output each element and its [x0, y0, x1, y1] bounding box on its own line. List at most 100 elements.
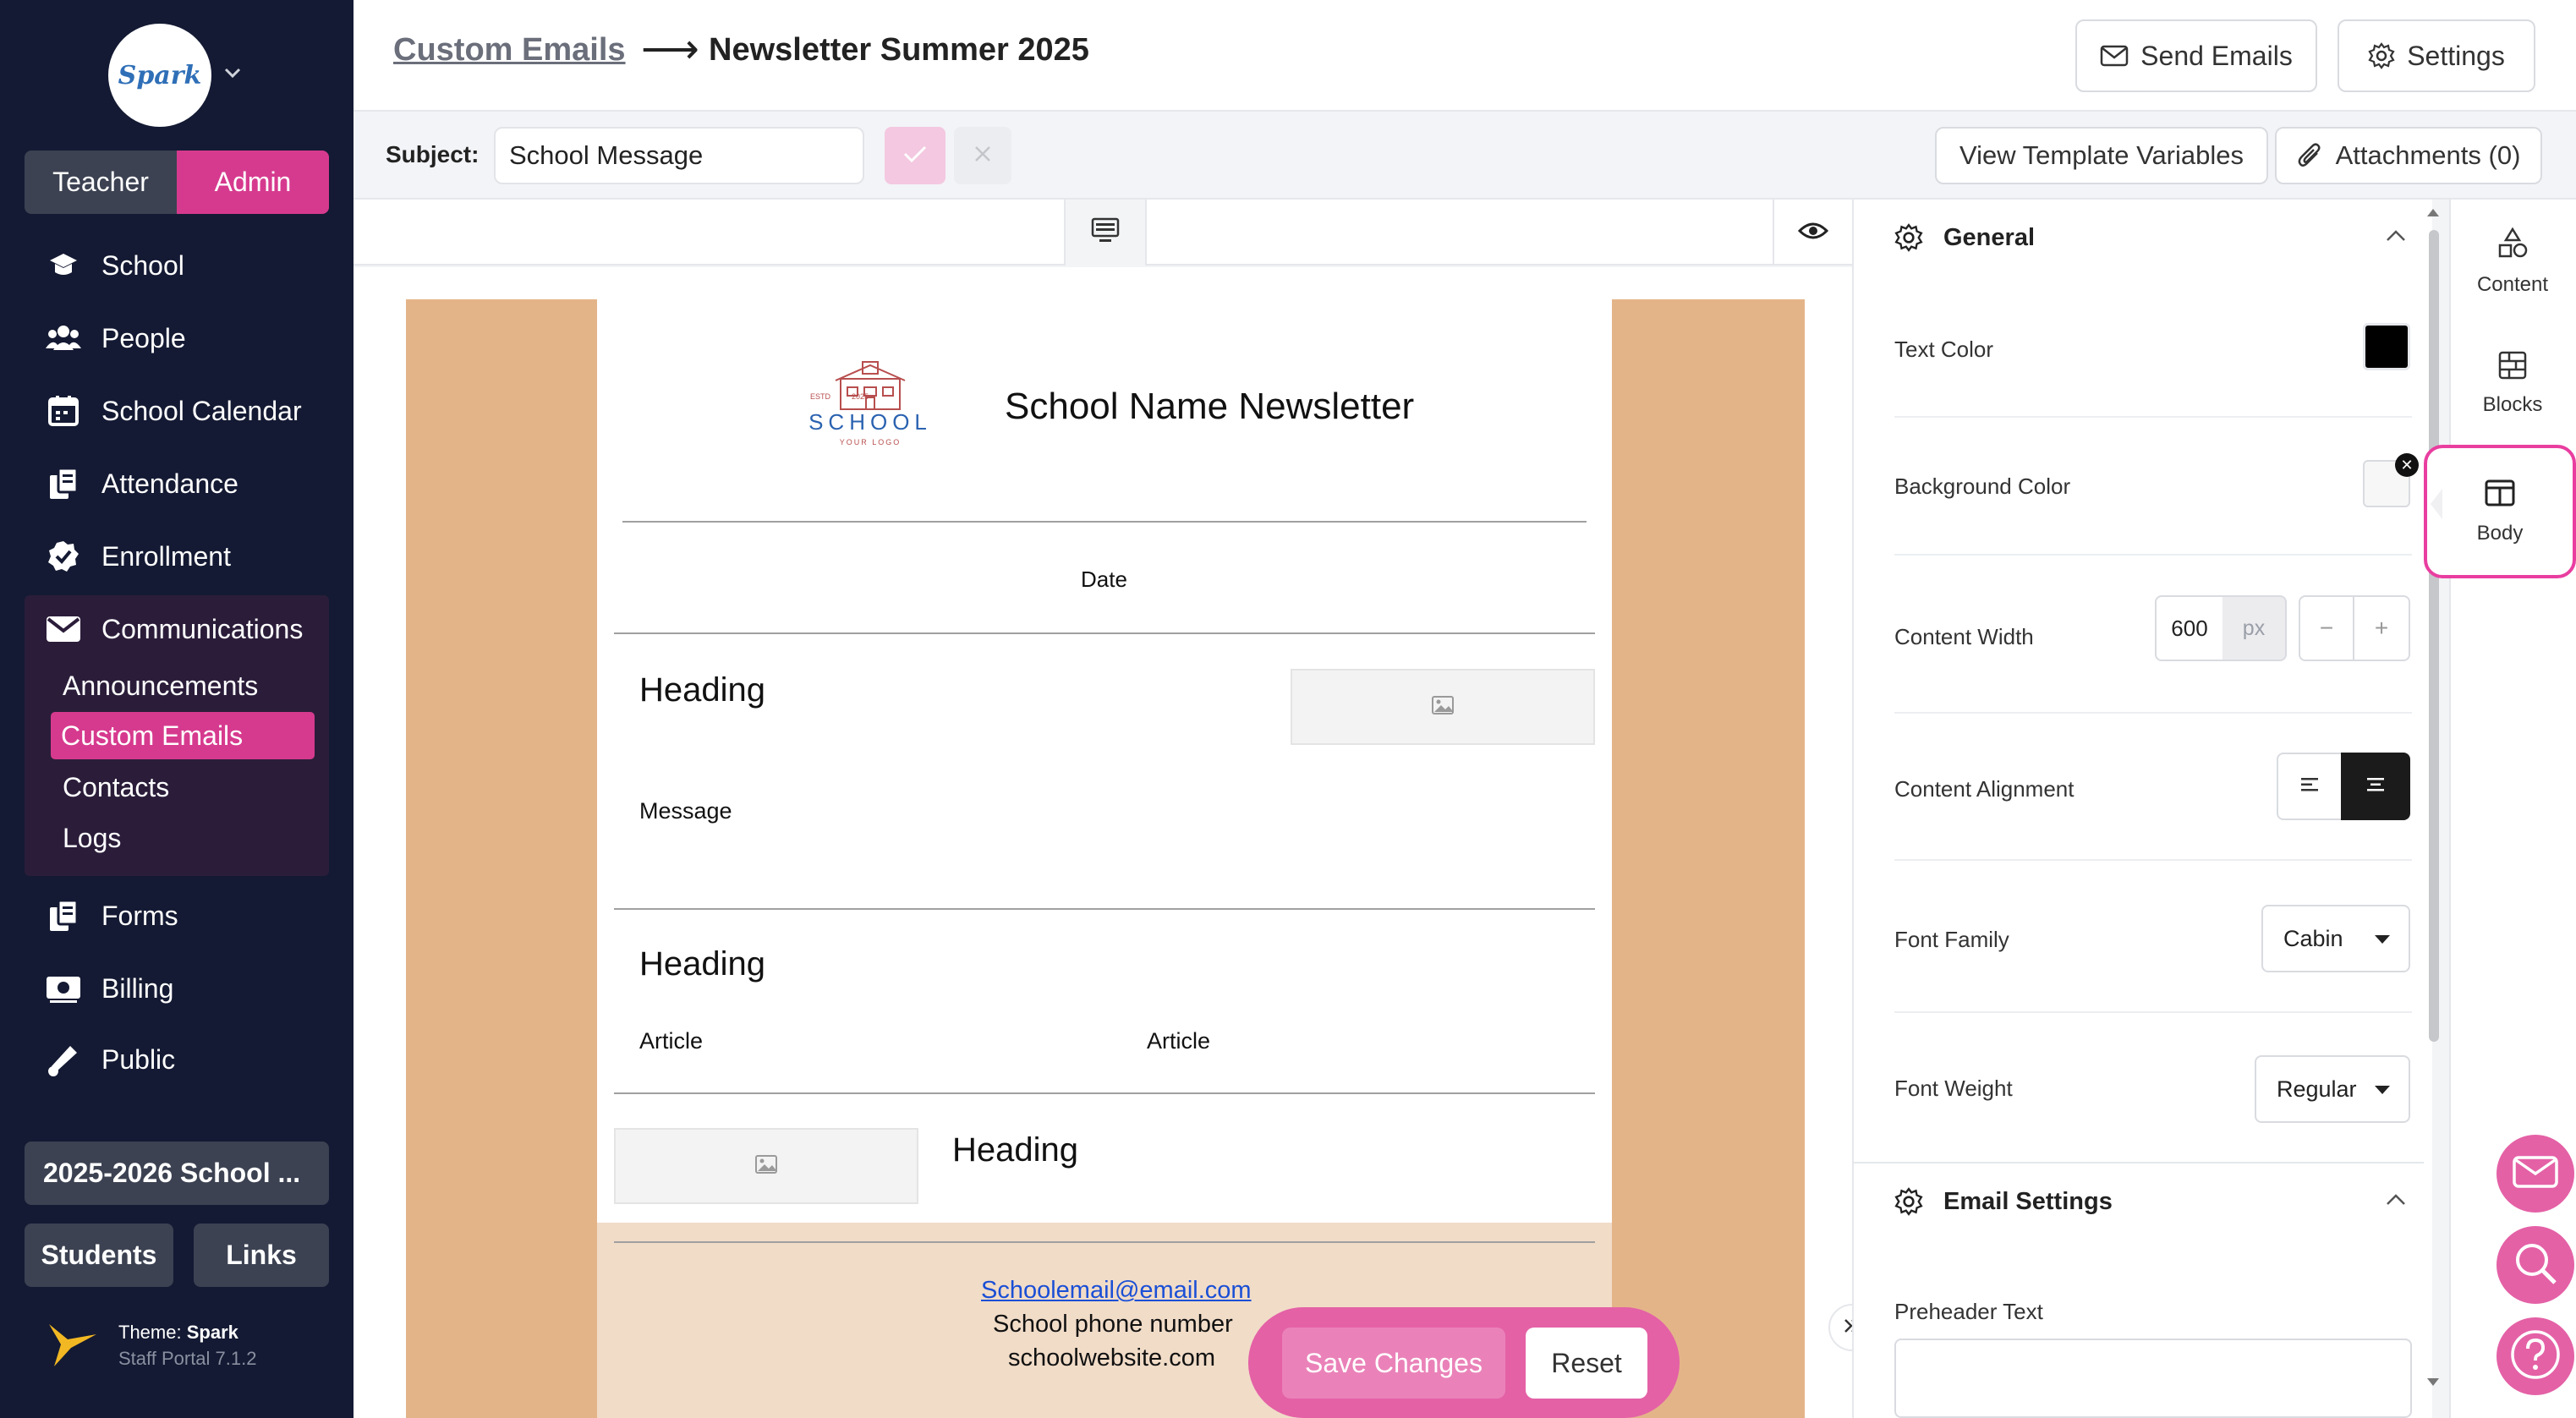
message-text[interactable]: Message	[639, 798, 732, 824]
nav-item-people[interactable]: People	[44, 313, 186, 364]
school-logo[interactable]: ESTD 2025 SCHOOL YOUR LOGO	[805, 355, 935, 455]
layout-icon	[2484, 479, 2516, 513]
heading-3[interactable]: Heading	[952, 1131, 1078, 1169]
nav-label: School Calendar	[101, 395, 302, 426]
theme-info: Theme: Spark Staff Portal 7.1.2	[118, 1319, 256, 1371]
divider	[622, 521, 1587, 523]
search-icon	[2513, 1240, 2558, 1290]
heading-1[interactable]: Heading	[639, 671, 765, 709]
article-2[interactable]: Article	[1147, 1028, 1210, 1054]
attendance-icon	[44, 464, 83, 503]
heading-2[interactable]: Heading	[639, 945, 765, 983]
settings-button[interactable]: Settings	[2338, 19, 2535, 92]
nav-item-billing[interactable]: Billing	[44, 963, 173, 1014]
image-placeholder[interactable]	[1291, 669, 1595, 745]
reset-button[interactable]: Reset	[1526, 1328, 1647, 1399]
footer-email-link[interactable]: Schoolemail@email.com	[981, 1277, 1252, 1305]
spark-logo[interactable]: Spark	[108, 24, 211, 127]
nav-item-school[interactable]: School	[44, 240, 184, 291]
nav-label: Enrollment	[101, 540, 231, 572]
chevron-down-icon[interactable]	[223, 66, 242, 84]
breadcrumb-arrow-icon: ⟶	[641, 27, 699, 72]
email-settings-section-header[interactable]: Email Settings	[1894, 1187, 2113, 1216]
role-admin-button[interactable]: Admin	[177, 151, 329, 214]
divider	[1894, 416, 2412, 418]
search-float-button[interactable]	[2497, 1226, 2574, 1304]
theme-label: Theme:	[118, 1322, 182, 1343]
newsletter-date[interactable]: Date	[1081, 567, 1127, 593]
links-button[interactable]: Links	[194, 1224, 329, 1287]
divider	[614, 1092, 1595, 1094]
gear-icon	[1894, 1187, 1923, 1216]
caret-down-icon	[2375, 1086, 2390, 1094]
content-width-input[interactable]: 600	[2155, 595, 2224, 661]
general-section-header[interactable]: General	[1894, 223, 2035, 252]
content-width-label: Content Width	[1894, 624, 2034, 649]
preheader-input[interactable]	[1894, 1339, 2412, 1418]
help-float-button[interactable]	[2497, 1317, 2574, 1395]
email-settings-title: Email Settings	[1943, 1187, 2113, 1215]
nav-item-forms[interactable]: Forms	[44, 890, 178, 941]
attachments-label: Attachments (0)	[2335, 140, 2521, 170]
footer-phone: School phone number	[993, 1311, 1233, 1338]
nav-item-school-calendar[interactable]: School Calendar	[44, 386, 302, 436]
chevron-up-icon[interactable]	[2385, 1192, 2407, 1212]
newsletter-title[interactable]: School Name Newsletter	[1005, 386, 1414, 428]
subject-cancel-button[interactable]	[954, 127, 1011, 184]
image-placeholder[interactable]	[614, 1128, 918, 1204]
send-emails-label: Send Emails	[2140, 40, 2293, 71]
font-weight-select[interactable]: Regular	[2255, 1055, 2410, 1123]
align-left-icon	[2299, 776, 2320, 797]
preview-eye-button[interactable]	[1773, 200, 1852, 266]
send-emails-button[interactable]: Send Emails	[2075, 19, 2317, 92]
breadcrumb-custom-emails[interactable]: Custom Emails	[393, 32, 626, 68]
desktop-preview-button[interactable]	[1064, 200, 1147, 266]
sub-item-announcements[interactable]: Announcements	[52, 662, 315, 709]
students-button[interactable]: Students	[25, 1224, 173, 1287]
forms-icon	[44, 896, 83, 935]
rail-blocks-label: Blocks	[2482, 392, 2543, 416]
decrement-button[interactable]: −	[2299, 595, 2354, 661]
rail-body-tab[interactable]: Body	[2424, 445, 2576, 578]
blocks-icon	[2497, 350, 2528, 386]
scroll-up-arrow-icon[interactable]	[2425, 206, 2441, 222]
nav-item-communications[interactable]: Communications	[44, 604, 303, 654]
nav-item-public[interactable]: Public	[44, 1034, 175, 1085]
align-left-button[interactable]	[2277, 753, 2343, 820]
general-title: General	[1943, 223, 2035, 251]
save-changes-button[interactable]: Save Changes	[1282, 1328, 1505, 1399]
subject-confirm-button[interactable]	[885, 127, 945, 184]
divider	[1894, 712, 2412, 714]
rail-blocks-tab[interactable]: Blocks	[2453, 328, 2573, 438]
section-divider	[1852, 1162, 2424, 1163]
close-icon	[973, 145, 992, 167]
chevron-up-icon[interactable]	[2385, 228, 2407, 248]
sub-item-logs[interactable]: Logs	[52, 814, 315, 862]
nav-item-attendance[interactable]: Attendance	[44, 458, 238, 509]
sub-item-contacts[interactable]: Contacts	[52, 764, 315, 811]
school-icon	[44, 246, 83, 285]
rail-content-tab[interactable]: Content	[2453, 206, 2573, 316]
rail-body-label: Body	[2476, 521, 2524, 545]
portal-version: Staff Portal 7.1.2	[118, 1348, 257, 1369]
scroll-down-arrow-icon[interactable]	[2425, 1377, 2441, 1393]
sub-item-custom-emails[interactable]: Custom Emails	[51, 712, 315, 759]
nav-item-enrollment[interactable]: Enrollment	[44, 531, 231, 582]
view-template-variables-button[interactable]: View Template Variables	[1935, 127, 2268, 184]
text-color-swatch[interactable]	[2363, 323, 2410, 370]
increment-button[interactable]: +	[2354, 595, 2410, 661]
role-teacher-button[interactable]: Teacher	[25, 151, 177, 214]
scrollbar-thumb[interactable]	[2429, 230, 2439, 1042]
font-family-select[interactable]: Cabin	[2261, 905, 2410, 972]
paperclip-icon	[2297, 141, 2322, 170]
align-center-button[interactable]	[2341, 753, 2410, 820]
enrollment-check-icon	[44, 537, 83, 576]
clear-color-icon[interactable]: ✕	[2395, 453, 2419, 477]
school-year-selector[interactable]: 2025-2026 School ...	[25, 1142, 329, 1205]
article-1[interactable]: Article	[639, 1028, 703, 1054]
nav-label: School	[101, 249, 184, 281]
attachments-button[interactable]: Attachments (0)	[2275, 127, 2542, 184]
check-icon	[902, 144, 928, 168]
message-float-button[interactable]	[2497, 1135, 2574, 1213]
subject-input[interactable]: School Message	[494, 127, 864, 184]
